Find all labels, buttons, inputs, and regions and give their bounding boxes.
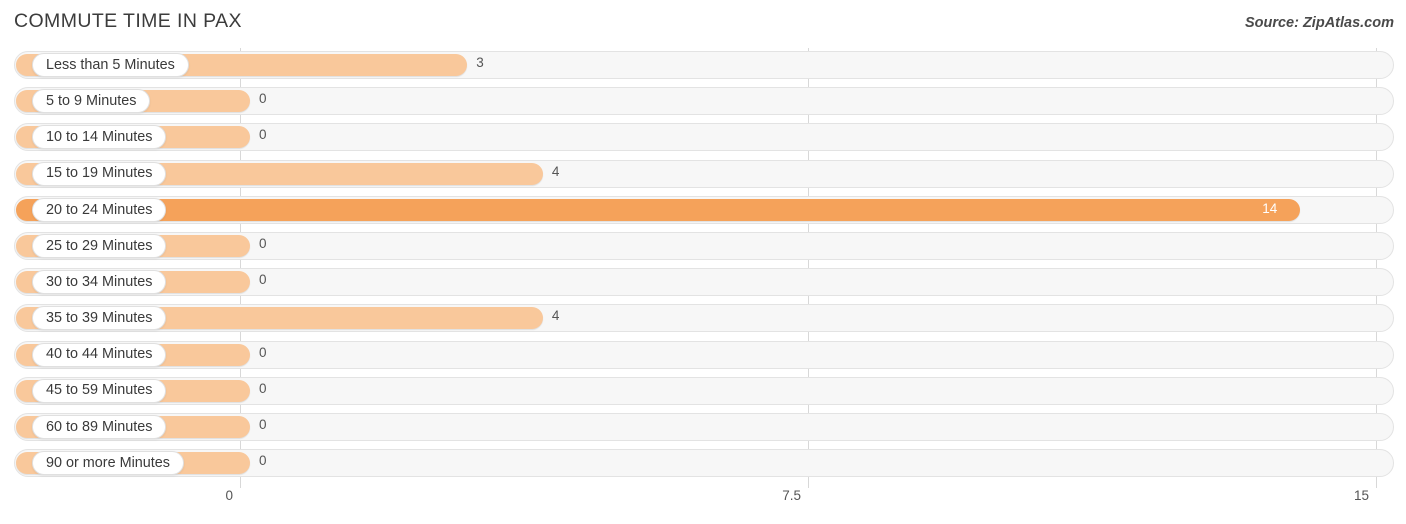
category-label-pill: 60 to 89 Minutes: [32, 414, 167, 439]
bar-row[interactable]: 10 to 14 Minutes 0: [0, 120, 1406, 156]
category-label: 15 to 19 Minutes: [46, 165, 153, 182]
category-label-pill: 30 to 34 Minutes: [32, 270, 167, 295]
chart-container: COMMUTE TIME IN PAX Source: ZipAtlas.com…: [0, 0, 1406, 524]
category-label: 25 to 29 Minutes: [46, 237, 153, 254]
bar-row[interactable]: 90 or more Minutes 0: [0, 446, 1406, 482]
bar-value-label: 0: [259, 272, 267, 288]
bar-value-label: 0: [259, 91, 267, 107]
bar-row[interactable]: 20 to 24 Minutes 14: [0, 193, 1406, 229]
category-label: 5 to 9 Minutes: [46, 92, 137, 109]
category-label: 35 to 39 Minutes: [46, 310, 153, 327]
bar-row[interactable]: 5 to 9 Minutes 0: [0, 84, 1406, 120]
bar-value-label: 3: [476, 55, 484, 70]
bar-value-label: 0: [259, 235, 267, 251]
bar-row[interactable]: 30 to 34 Minutes 0: [0, 265, 1406, 301]
x-tick-label: 15: [1353, 488, 1369, 503]
bar-rows: Less than 5 Minutes 3 5 to 9 Minutes 0 10 to…: [0, 48, 1406, 482]
category-label-pill: 15 to 19 Minutes: [32, 161, 167, 186]
category-label-pill: 5 to 9 Minutes: [32, 89, 151, 114]
bar-row[interactable]: 15 to 19 Minutes 4: [0, 157, 1406, 193]
page-title: COMMUTE TIME IN PAX: [14, 10, 242, 32]
category-label: 60 to 89 Minutes: [46, 418, 153, 435]
plot-area: Less than 5 Minutes 3 5 to 9 Minutes 0 10 to…: [0, 48, 1406, 488]
bar-value-label: 14: [1262, 200, 1278, 216]
bar-row[interactable]: Less than 5 Minutes 3: [0, 48, 1406, 84]
bar-row[interactable]: 40 to 44 Minutes 0: [0, 338, 1406, 374]
category-label: 40 to 44 Minutes: [46, 346, 153, 363]
bar-value-label: 4: [551, 163, 560, 179]
category-label-pill: 45 to 59 Minutes: [32, 378, 167, 403]
bar-row[interactable]: 60 to 89 Minutes 0: [0, 410, 1406, 446]
category-label-pill: 90 or more Minutes: [32, 451, 184, 476]
x-tick-label: 0: [225, 488, 233, 503]
category-label: 90 or more Minutes: [46, 454, 170, 471]
bar-value-label: 0: [259, 416, 267, 432]
bar-value-label: 4: [551, 308, 560, 324]
bar-value-label: 0: [259, 344, 267, 360]
source-attribution: Source: ZipAtlas.com: [1244, 15, 1394, 31]
category-label: Less than 5 Minutes: [46, 56, 175, 73]
category-label-pill: 20 to 24 Minutes: [32, 197, 167, 222]
category-label-pill: Less than 5 Minutes: [32, 53, 189, 77]
category-label-pill: 35 to 39 Minutes: [32, 306, 167, 331]
bar-value-label: 0: [259, 380, 267, 396]
category-label-pill: 40 to 44 Minutes: [32, 342, 167, 367]
category-label-pill: 25 to 29 Minutes: [32, 233, 167, 258]
category-label: 10 to 14 Minutes: [46, 129, 153, 146]
category-label-pill: 10 to 14 Minutes: [32, 125, 167, 150]
category-label: 45 to 59 Minutes: [46, 382, 153, 399]
bar-value-label: 0: [259, 453, 267, 469]
bar-row[interactable]: 25 to 29 Minutes 0: [0, 229, 1406, 265]
bar-row[interactable]: 35 to 39 Minutes 4: [0, 301, 1406, 337]
category-label: 30 to 34 Minutes: [46, 273, 153, 290]
x-tick-label: 7.5: [782, 488, 801, 503]
bar-row[interactable]: 45 to 59 Minutes 0: [0, 374, 1406, 410]
x-axis: 0 7.5 15: [0, 488, 1406, 524]
category-label: 20 to 24 Minutes: [46, 201, 153, 218]
bar-value-label: 0: [259, 127, 267, 143]
bar-fill[interactable]: [16, 198, 1301, 221]
